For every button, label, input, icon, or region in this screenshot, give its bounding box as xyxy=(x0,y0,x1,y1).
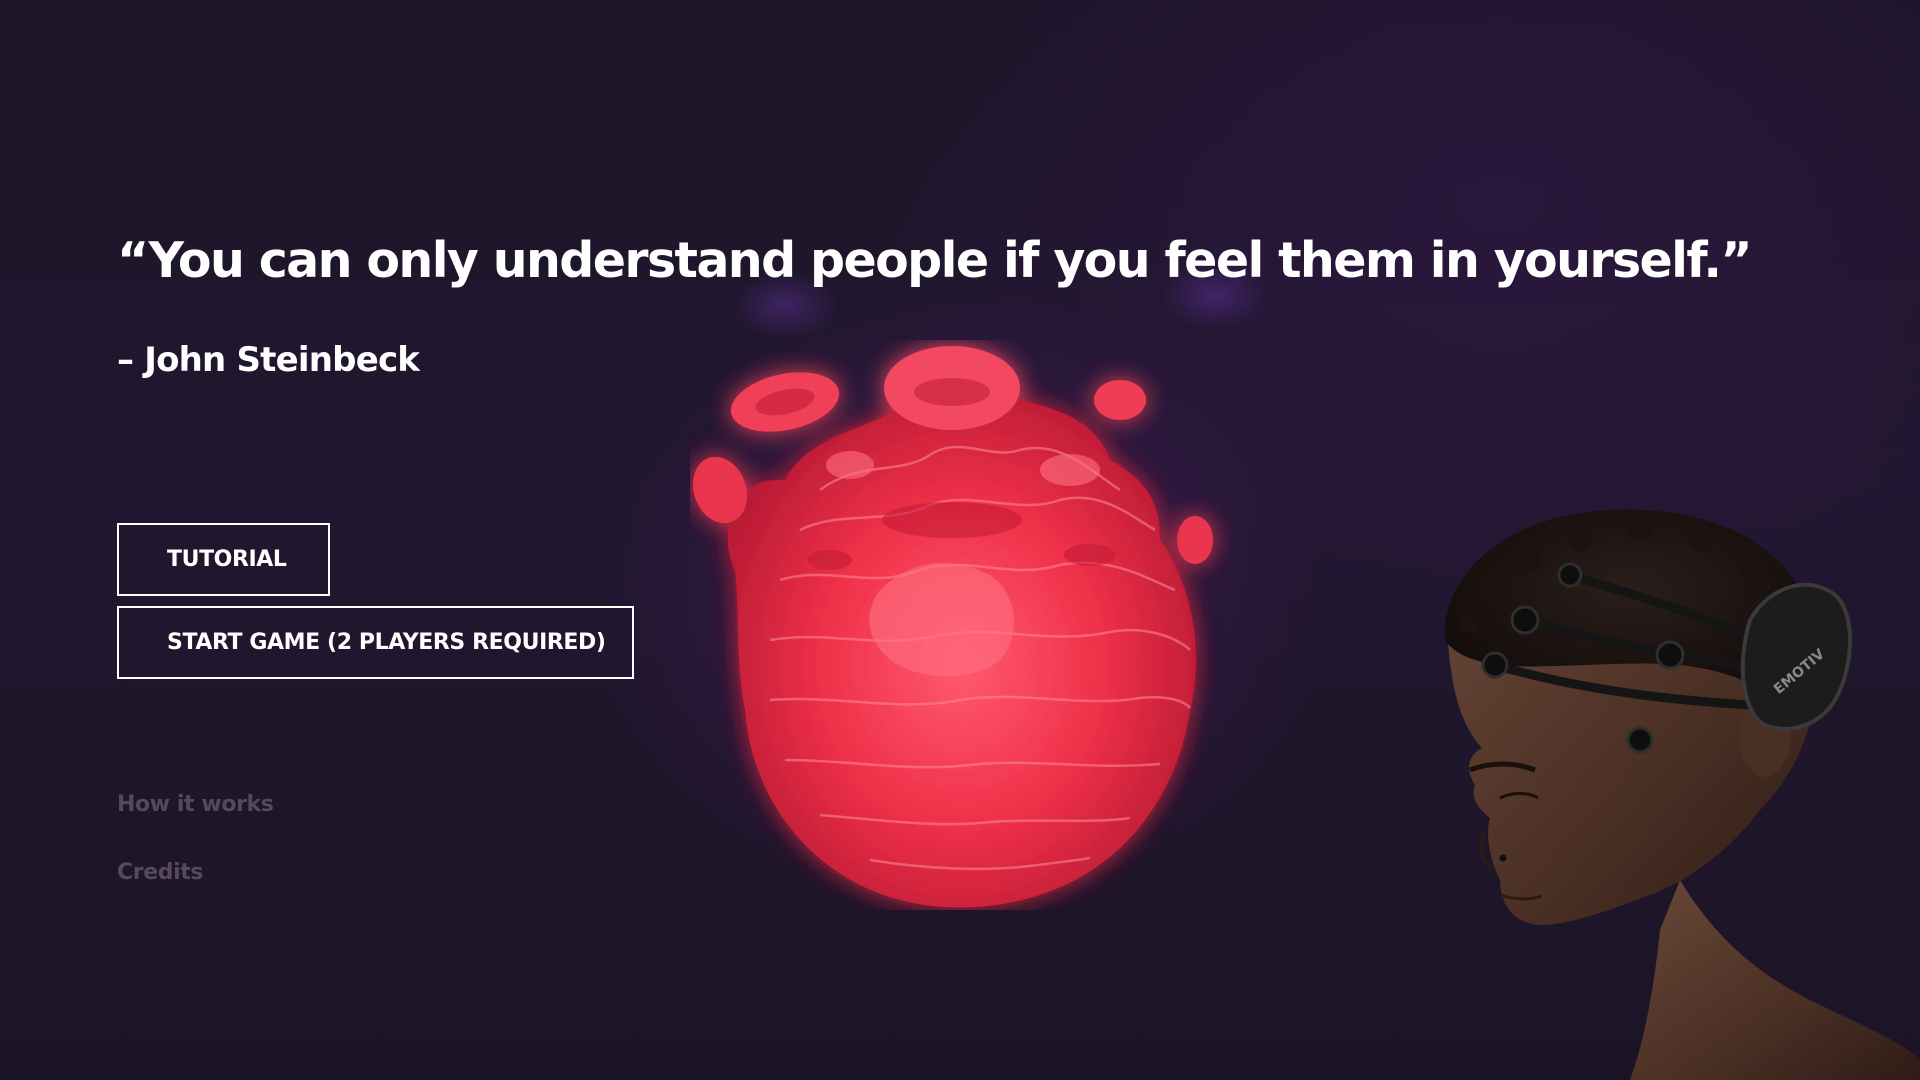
how-it-works-link[interactable]: How it works xyxy=(117,792,274,817)
start-game-button[interactable]: START GAME (2 PLAYERS REQUIRED) xyxy=(117,606,634,679)
emotion-orb xyxy=(692,346,1213,908)
tutorial-button[interactable]: TUTORIAL xyxy=(117,523,330,596)
main-menu-screen: “You can only understand people if you f… xyxy=(0,0,1920,1080)
quote-author: – John Steinbeck xyxy=(117,340,420,380)
quote-text: “You can only understand people if you f… xyxy=(117,232,1753,289)
credits-link[interactable]: Credits xyxy=(117,860,203,885)
eeg-headset-person-image: EMOTIV xyxy=(1444,509,1920,1080)
